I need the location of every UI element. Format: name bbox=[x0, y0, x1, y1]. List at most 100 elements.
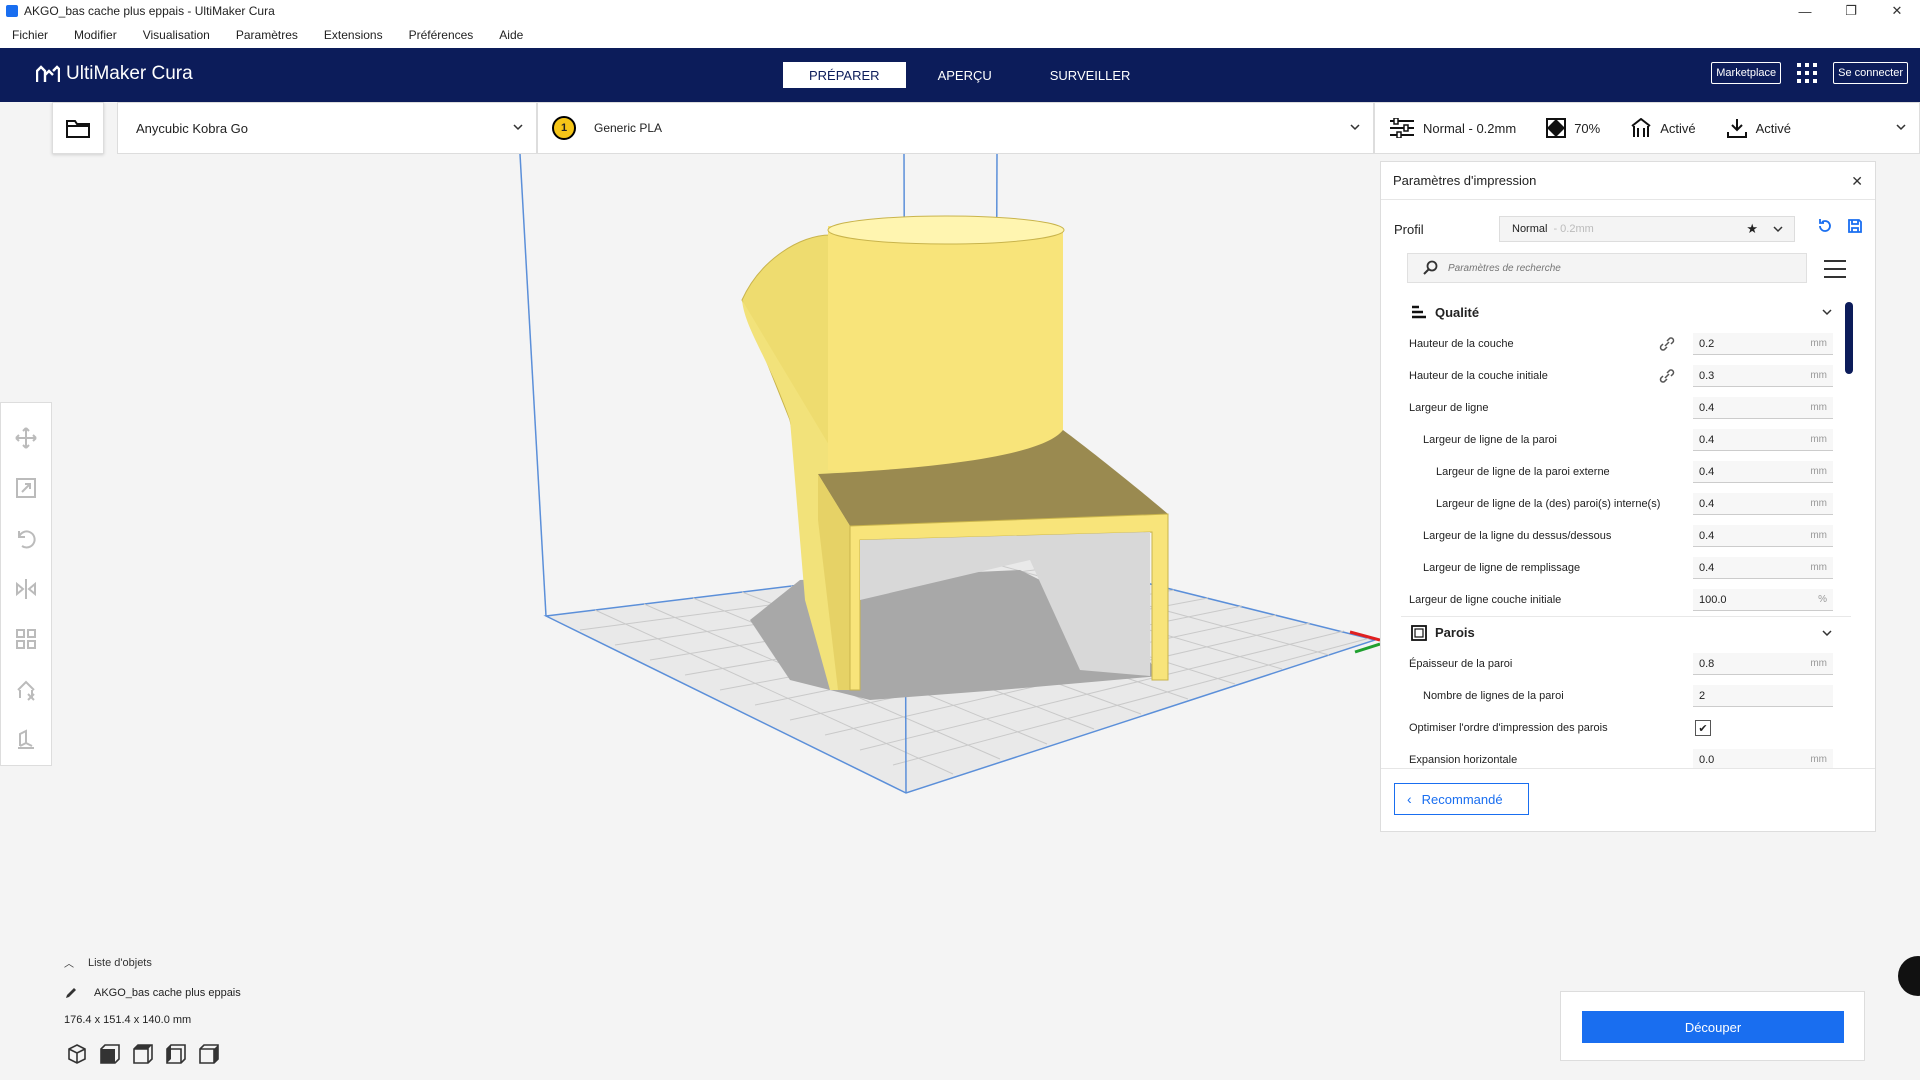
hamburger-icon[interactable] bbox=[1824, 260, 1846, 278]
panel-header: Paramètres d'impression ✕ bbox=[1381, 162, 1875, 200]
3d-viewport[interactable] bbox=[0, 154, 1380, 1080]
setting-value-field[interactable]: 0.8 mm bbox=[1693, 653, 1833, 675]
recommended-button[interactable]: ‹ Recommandé bbox=[1394, 783, 1529, 815]
folder-icon bbox=[66, 120, 90, 138]
menu-aide[interactable]: Aide bbox=[499, 28, 523, 42]
minimize-button[interactable]: — bbox=[1782, 0, 1828, 22]
adhesion-summary: Activé bbox=[1726, 118, 1791, 138]
setting-value-field[interactable]: 0.4 mm bbox=[1693, 397, 1833, 419]
rotate-tool[interactable] bbox=[9, 523, 43, 555]
chevron-left-icon: ‹ bbox=[1407, 791, 1412, 807]
printer-selector[interactable]: Anycubic Kobra Go bbox=[117, 102, 537, 154]
category-label: Parois bbox=[1435, 625, 1475, 640]
setting-value-field[interactable]: 0.3 mm bbox=[1693, 365, 1833, 387]
chevron-up-icon: ︿ bbox=[64, 959, 74, 970]
reset-icon[interactable] bbox=[1817, 218, 1833, 237]
setting-value-field[interactable]: 0.4 mm bbox=[1693, 493, 1833, 515]
setting-label: Optimiser l'ordre d'impression des paroi… bbox=[1409, 722, 1608, 734]
settings-list[interactable]: Qualité Hauteur de la couche 0.2 mm Haute… bbox=[1401, 296, 1851, 768]
list-item[interactable]: AKGO_bas cache plus eppais bbox=[64, 986, 464, 1000]
material-name: Generic PLA bbox=[594, 121, 663, 135]
setting-value-field[interactable]: 0.4 mm bbox=[1693, 525, 1833, 547]
open-file-button[interactable] bbox=[52, 102, 104, 154]
profile-summary-label: Normal - 0.2mm bbox=[1423, 120, 1517, 136]
stage-tabs: PRÉPARER APERÇU SURVEILLER bbox=[783, 62, 1162, 88]
menu-parametres[interactable]: Paramètres bbox=[236, 28, 298, 42]
view-top-button[interactable] bbox=[132, 1043, 154, 1068]
cube-top-icon bbox=[133, 1044, 153, 1064]
save-icon[interactable] bbox=[1847, 218, 1863, 237]
setting-value-field[interactable]: 0.4 mm bbox=[1693, 461, 1833, 483]
lay-flat-tool[interactable] bbox=[9, 724, 43, 756]
app-logo-text: UltiMaker Cura bbox=[66, 63, 193, 84]
menu-modifier[interactable]: Modifier bbox=[74, 28, 117, 42]
setting-row: Largeur de ligne de la (des) paroi(s) in… bbox=[1401, 488, 1851, 520]
cube-3d-icon bbox=[68, 1044, 86, 1064]
tab-surveiller[interactable]: SURVEILLER bbox=[1024, 62, 1157, 88]
mirror-tool[interactable] bbox=[9, 573, 43, 605]
move-tool[interactable] bbox=[9, 422, 43, 454]
signin-button[interactable]: Se connecter bbox=[1833, 62, 1908, 84]
settings-scrollbar[interactable] bbox=[1845, 302, 1853, 374]
tab-preparer[interactable]: PRÉPARER bbox=[783, 62, 906, 88]
panel-footer: ‹ Recommandé bbox=[1381, 768, 1875, 832]
category-qualite[interactable]: Qualité bbox=[1401, 296, 1851, 328]
side-panel-toggle[interactable] bbox=[1898, 956, 1920, 996]
search-icon bbox=[1423, 260, 1438, 275]
setting-value-field[interactable]: 0.4 mm bbox=[1693, 557, 1833, 579]
setting-row: Largeur de la ligne du dessus/dessous 0.… bbox=[1401, 520, 1851, 552]
menu-visualisation[interactable]: Visualisation bbox=[143, 28, 210, 42]
support-blocker-tool[interactable] bbox=[9, 673, 43, 705]
view-front-button[interactable] bbox=[99, 1043, 121, 1068]
setting-value-field[interactable]: 0.2 mm bbox=[1693, 333, 1833, 355]
star-icon[interactable]: ★ bbox=[1746, 221, 1758, 237]
rotate-icon bbox=[18, 530, 36, 549]
object-list-toggle[interactable]: ︿ Liste d'objets bbox=[64, 955, 464, 971]
app-header: UltiMaker Cura PRÉPARER APERÇU SURVEILLE… bbox=[0, 48, 1920, 102]
category-label: Qualité bbox=[1435, 304, 1480, 320]
object-list-title: Liste d'objets bbox=[88, 956, 152, 969]
scale-tool[interactable] bbox=[9, 472, 43, 504]
object-list: ︿ Liste d'objets AKGO_bas cache plus epp… bbox=[64, 955, 464, 1027]
marketplace-button[interactable]: Marketplace bbox=[1711, 62, 1782, 84]
menu-fichier[interactable]: Fichier bbox=[12, 28, 48, 42]
tab-apercu[interactable]: APERÇU bbox=[912, 62, 1018, 88]
maximize-button[interactable]: ❐ bbox=[1828, 0, 1874, 22]
slice-button[interactable]: Découper bbox=[1582, 1011, 1844, 1043]
menu-extensions[interactable]: Extensions bbox=[324, 28, 383, 42]
print-settings-selector[interactable]: Normal - 0.2mm 70% Activé Activé bbox=[1374, 102, 1920, 154]
setting-row: Largeur de ligne de remplissage 0.4 mm bbox=[1401, 552, 1851, 584]
menu-preferences[interactable]: Préférences bbox=[409, 28, 474, 42]
setting-value-field[interactable]: 0.0 mm bbox=[1693, 749, 1833, 768]
profile-actions bbox=[1817, 218, 1877, 237]
view-left-button[interactable] bbox=[165, 1043, 187, 1068]
infill-summary: 70% bbox=[1546, 118, 1600, 138]
setting-label: Largeur de ligne couche initiale bbox=[1409, 594, 1562, 606]
profile-label: Profil bbox=[1394, 221, 1424, 237]
build-volume-edge bbox=[519, 154, 547, 617]
setting-label: Largeur de ligne de la paroi externe bbox=[1436, 466, 1610, 478]
profile-dropdown[interactable]: Normal - 0.2mm ★ bbox=[1499, 216, 1795, 242]
view-right-button[interactable] bbox=[198, 1043, 220, 1068]
setting-label: Hauteur de la couche initiale bbox=[1409, 370, 1548, 382]
setting-checkbox[interactable]: ✔ bbox=[1695, 720, 1711, 736]
apps-grid-icon[interactable] bbox=[1797, 63, 1818, 83]
print-settings-panel: Paramètres d'impression ✕ Profil Normal … bbox=[1380, 161, 1876, 832]
setting-label: Épaisseur de la paroi bbox=[1409, 658, 1513, 670]
close-icon[interactable]: ✕ bbox=[1851, 173, 1863, 190]
view-3d-button[interactable] bbox=[66, 1043, 88, 1068]
setting-value-field[interactable]: 100.0% bbox=[1693, 589, 1833, 611]
category-parois[interactable]: Parois bbox=[1401, 616, 1851, 648]
setting-value-field[interactable]: 2 bbox=[1693, 685, 1833, 707]
link-icon[interactable] bbox=[1659, 337, 1675, 354]
search-input[interactable] bbox=[1448, 262, 1778, 274]
close-window-button[interactable]: ✕ bbox=[1874, 0, 1920, 22]
setting-row: Largeur de ligne 0.4 mm bbox=[1401, 392, 1851, 424]
slice-panel: Découper bbox=[1560, 991, 1865, 1061]
app-logo: UltiMaker Cura bbox=[36, 63, 193, 85]
material-selector[interactable]: 1 Generic PLA bbox=[537, 102, 1374, 154]
setting-value-field[interactable]: 0.4 mm bbox=[1693, 429, 1833, 451]
link-icon[interactable] bbox=[1659, 369, 1675, 386]
per-model-settings-tool[interactable] bbox=[9, 623, 43, 655]
panel-title: Paramètres d'impression bbox=[1393, 173, 1537, 188]
